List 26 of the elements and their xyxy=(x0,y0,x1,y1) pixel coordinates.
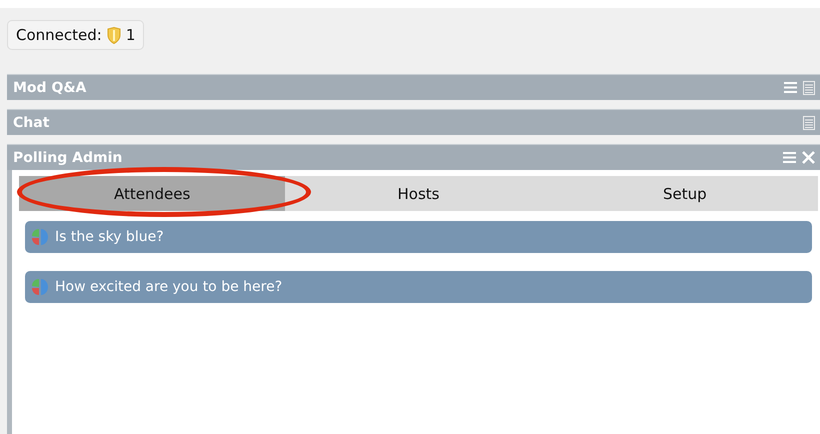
notes-icon xyxy=(803,80,815,94)
tab[interactable]: Attendees xyxy=(19,176,286,211)
notes-icon xyxy=(803,116,815,130)
shield-icon xyxy=(106,26,121,44)
panel-notes-button[interactable] xyxy=(800,80,818,94)
pie-chart-icon xyxy=(31,278,49,296)
question-text: How excited are you to be here? xyxy=(55,279,282,295)
panel-header[interactable]: Mod Q&A xyxy=(7,74,820,100)
connected-count: 1 xyxy=(126,26,136,44)
panel-close-button[interactable] xyxy=(799,151,818,164)
panel-menu-button[interactable] xyxy=(781,82,800,93)
close-icon xyxy=(802,151,815,164)
connected-label: Connected: xyxy=(16,26,102,44)
poll-question[interactable]: How excited are you to be here? xyxy=(25,271,812,303)
menu-icon xyxy=(783,152,796,163)
panel-title: Chat xyxy=(13,114,50,130)
pie-chart-icon xyxy=(31,228,49,246)
panel-header[interactable]: Polling Admin xyxy=(7,144,820,170)
panel-menu-button[interactable] xyxy=(780,152,799,163)
panel-notes-button[interactable] xyxy=(800,116,818,130)
panel-title: Polling Admin xyxy=(13,150,124,166)
panel-title: Mod Q&A xyxy=(13,80,88,96)
panel-header[interactable]: Chat xyxy=(7,109,820,135)
poll-question[interactable]: Is the sky blue? xyxy=(25,221,812,253)
menu-icon xyxy=(784,82,797,93)
question-text: Is the sky blue? xyxy=(55,229,164,245)
